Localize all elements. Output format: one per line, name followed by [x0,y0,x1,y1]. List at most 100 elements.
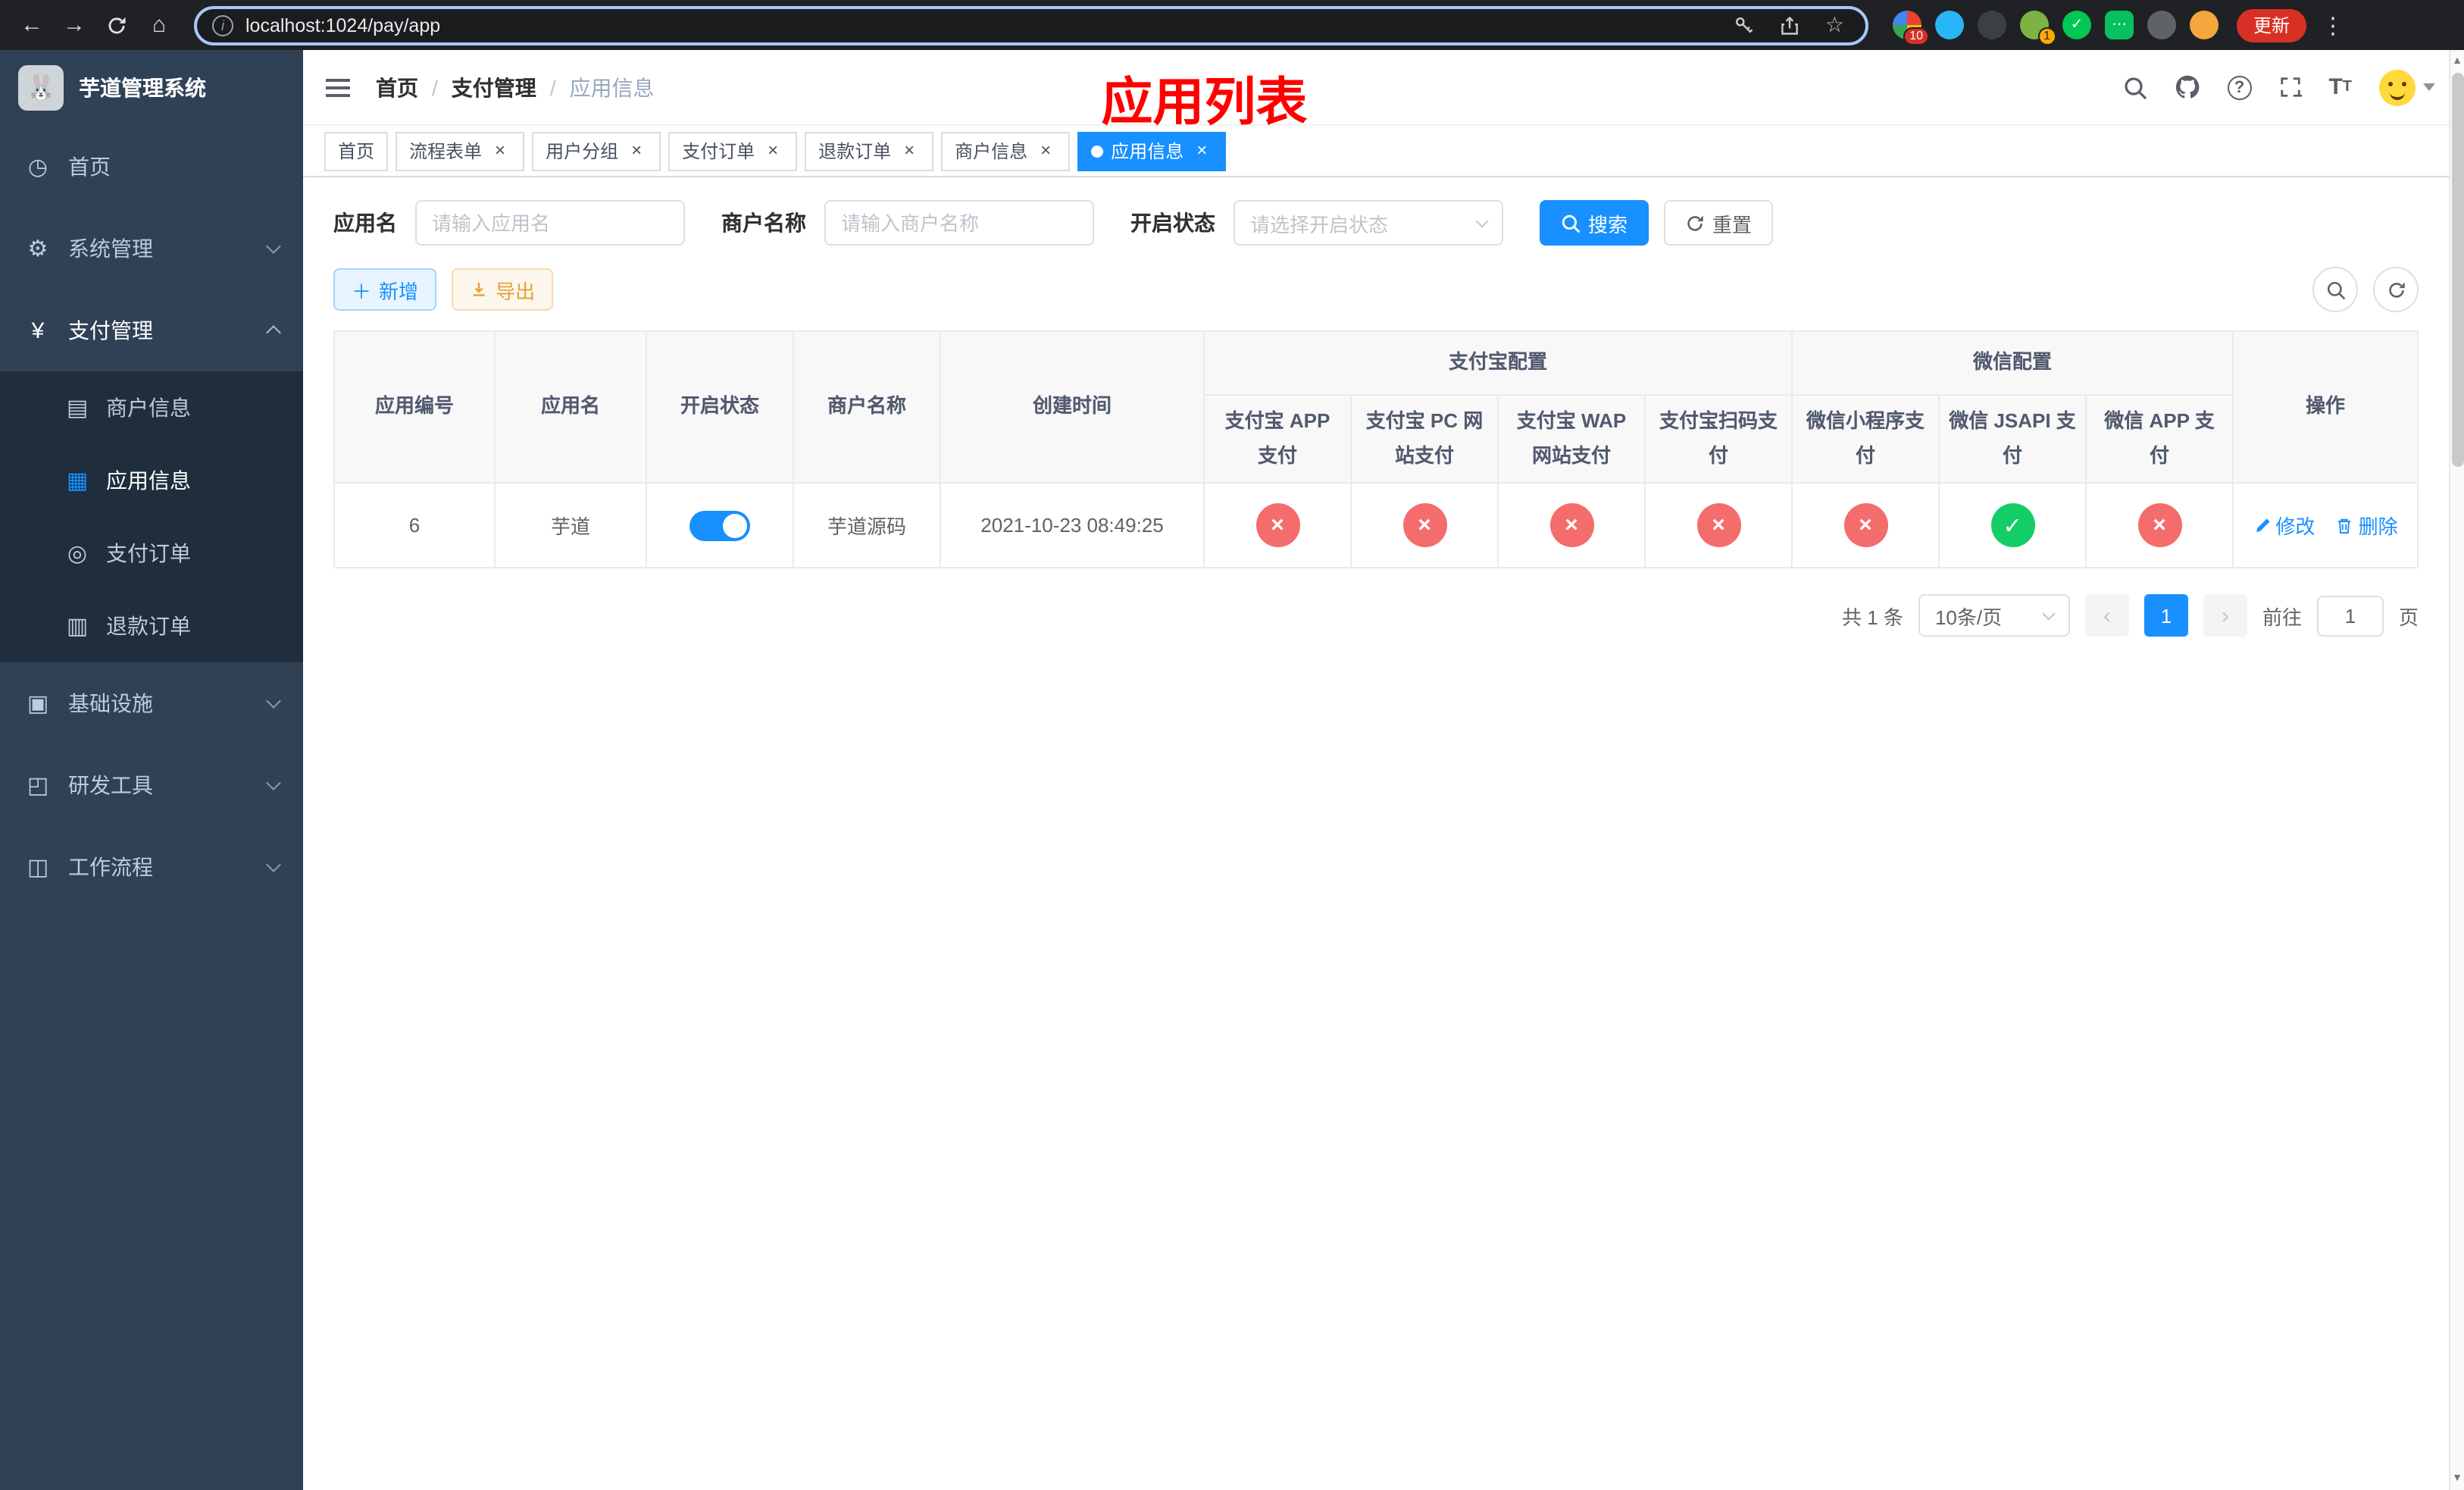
help-icon[interactable]: ? [2213,50,2265,124]
tab-pay-order[interactable]: 支付订单 × [668,131,798,171]
extension-icon[interactable]: 10 [1893,11,1929,45]
tags-view: 首页 流程表单 × 用户分组 × 支付订单 × 退款订单 × 商户信息 × 应用信息 × [303,126,2449,177]
site-info-icon[interactable]: i [212,14,233,36]
sidebar-item-workflow[interactable]: ◫ 工作流程 [0,826,303,908]
url-bar[interactable]: i localhost:1024/pay/app ☆ [194,5,1868,45]
tab-user-group[interactable]: 用户分组 × [532,131,661,171]
tab-process-form[interactable]: 流程表单 × [396,131,525,171]
browser-menu-icon[interactable]: ⋮ [2315,11,2350,39]
tab-refund-order[interactable]: 退款订单 × [805,131,934,171]
navbar: 首页 / 支付管理 / 应用信息 应用列表 ? T T [303,50,2449,132]
enabled-switch[interactable] [689,510,750,540]
reset-button[interactable]: 重置 [1664,200,1774,246]
browser-update-button[interactable]: 更新 [2237,8,2307,42]
sidebar-item-devtools[interactable]: ◰ 研发工具 [0,744,303,826]
chevron-up-icon [266,325,281,340]
sidebar-item-infra[interactable]: ▣ 基础设施 [0,662,303,744]
close-icon[interactable]: × [1035,139,1056,161]
close-icon[interactable]: × [489,139,511,161]
sidebar-item-app-info[interactable]: ▦ 应用信息 [0,444,303,517]
extension-drop-icon[interactable] [1935,11,1964,39]
tab-app-info[interactable]: 应用信息 × [1077,131,1227,171]
status-success-icon: ✓ [1990,503,2035,547]
col-wechat-jsapi: 微信 JSAPI 支付 [1938,394,2087,484]
scroll-up-icon[interactable]: ▲ [2452,50,2462,73]
back-icon[interactable]: ← [12,5,52,45]
window-scrollbar[interactable]: ▲ ▼ [2449,50,2464,1490]
payment-submenu: ▤ 商户信息 ▦ 应用信息 ◎ 支付订单 ▥ 退款订单 [0,371,303,662]
extension-check-icon[interactable]: ✓ [2062,11,2091,39]
forward-icon[interactable]: → [55,5,94,45]
prev-page-button[interactable]: ‹ [2084,594,2129,637]
close-icon[interactable]: × [626,139,647,161]
document-icon: ▥ [66,614,89,640]
user-avatar[interactable] [2366,50,2449,124]
export-button[interactable]: 导出 [452,268,554,311]
password-key-icon[interactable] [1728,14,1762,36]
sidebar-item-pay-order[interactable]: ◎ 支付订单 [0,517,303,590]
refresh-table-button[interactable] [2373,267,2419,312]
credit-card-icon: ▤ [66,396,89,421]
scroll-down-icon[interactable]: ▼ [2452,1467,2462,1490]
sidebar-item-payment[interactable]: ¥ 支付管理 [0,290,303,371]
breadcrumb-payment[interactable]: 支付管理 [452,72,536,102]
app-logo: 🐰 芋道管理系统 [0,50,303,126]
next-page-button[interactable]: › [2203,594,2247,637]
search-button[interactable]: 搜索 [1540,200,1649,246]
add-button[interactable]: ＋ 新增 [333,268,437,311]
share-icon[interactable] [1774,14,1807,36]
table-toolbar: ＋ 新增 导出 [333,267,2419,312]
page-size-select[interactable]: 10条/页 [1918,594,2070,637]
browser-toolbar: ← → ⌂ i localhost:1024/pay/app ☆ 10 1 ✓ … [0,0,2464,50]
toggle-search-button[interactable] [2312,267,2358,312]
close-icon[interactable]: × [899,139,920,161]
status-select[interactable]: 请选择开启状态 [1234,200,1503,246]
avatar-emoji [2379,69,2416,105]
home-icon[interactable]: ⌂ [139,5,179,45]
sidebar-item-system[interactable]: ⚙ 系统管理 [0,208,303,290]
tab-merchant-info[interactable]: 商户信息 × [941,131,1071,171]
plus-icon: ＋ [352,280,372,302]
scrollbar-thumb[interactable] [2451,73,2463,467]
merchant-name-input[interactable] [824,200,1094,246]
sidebar-item-home[interactable]: ◷ 首页 [0,126,303,208]
breadcrumb-home[interactable]: 首页 [376,72,418,102]
close-icon[interactable]: × [1191,139,1212,161]
goto-page-input[interactable] [2316,595,2384,636]
col-alipay-pc: 支付宝 PC 网站支付 [1350,394,1499,484]
extension-chat-icon[interactable]: ⋯ [2105,11,2134,39]
extensions-pin-icon[interactable] [2147,11,2176,39]
sidebar-item-refund-order[interactable]: ▥ 退款订单 [0,590,303,662]
extension-avatar-icon[interactable]: 1 [2020,11,2056,45]
delete-button[interactable]: 删除 [2336,511,2398,540]
active-dot [1091,145,1104,157]
url-text[interactable]: localhost:1024/pay/app [245,14,440,36]
group-alipay-config: 支付宝配置 [1202,330,1793,396]
bookmark-star-icon[interactable]: ☆ [1819,12,1850,38]
app-name-label: 应用名 [333,211,397,235]
dashboard-icon: ◷ [27,155,48,180]
extension-dark-icon[interactable] [1978,11,2006,39]
search-icon[interactable] [2109,50,2160,124]
reload-icon[interactable] [97,5,136,45]
github-icon[interactable] [2160,50,2213,124]
col-wechat-mini: 微信小程序支付 [1791,394,1940,484]
app-name-input[interactable] [415,200,685,246]
pagination: 共 1 条 10条/页 ‹ 1 › 前往 页 [333,594,2419,637]
close-icon[interactable]: × [762,139,783,161]
app-title: 芋道管理系统 [79,76,206,100]
col-merchant: 商户名称 [793,330,941,484]
sidebar-item-merchant-info[interactable]: ▤ 商户信息 [0,371,303,444]
page-title-annotation: 应用列表 [1101,74,1308,132]
breadcrumb-current: 应用信息 [569,75,655,99]
chevron-down-icon [2042,606,2056,620]
sidebar-toggle-icon[interactable] [303,50,373,124]
fullscreen-icon[interactable] [2265,50,2315,124]
filter-form: 应用名 商户名称 开启状态 请选择开启状态 搜索 重置 [333,200,2419,246]
page-number-1[interactable]: 1 [2143,594,2188,637]
edit-button[interactable]: 修改 [2253,511,2315,540]
browser-profile-avatar[interactable] [2190,11,2219,39]
tab-home[interactable]: 首页 [324,131,389,171]
col-wechat-app: 微信 APP 支付 [2085,394,2234,484]
font-size-icon[interactable]: TT [2315,50,2366,124]
